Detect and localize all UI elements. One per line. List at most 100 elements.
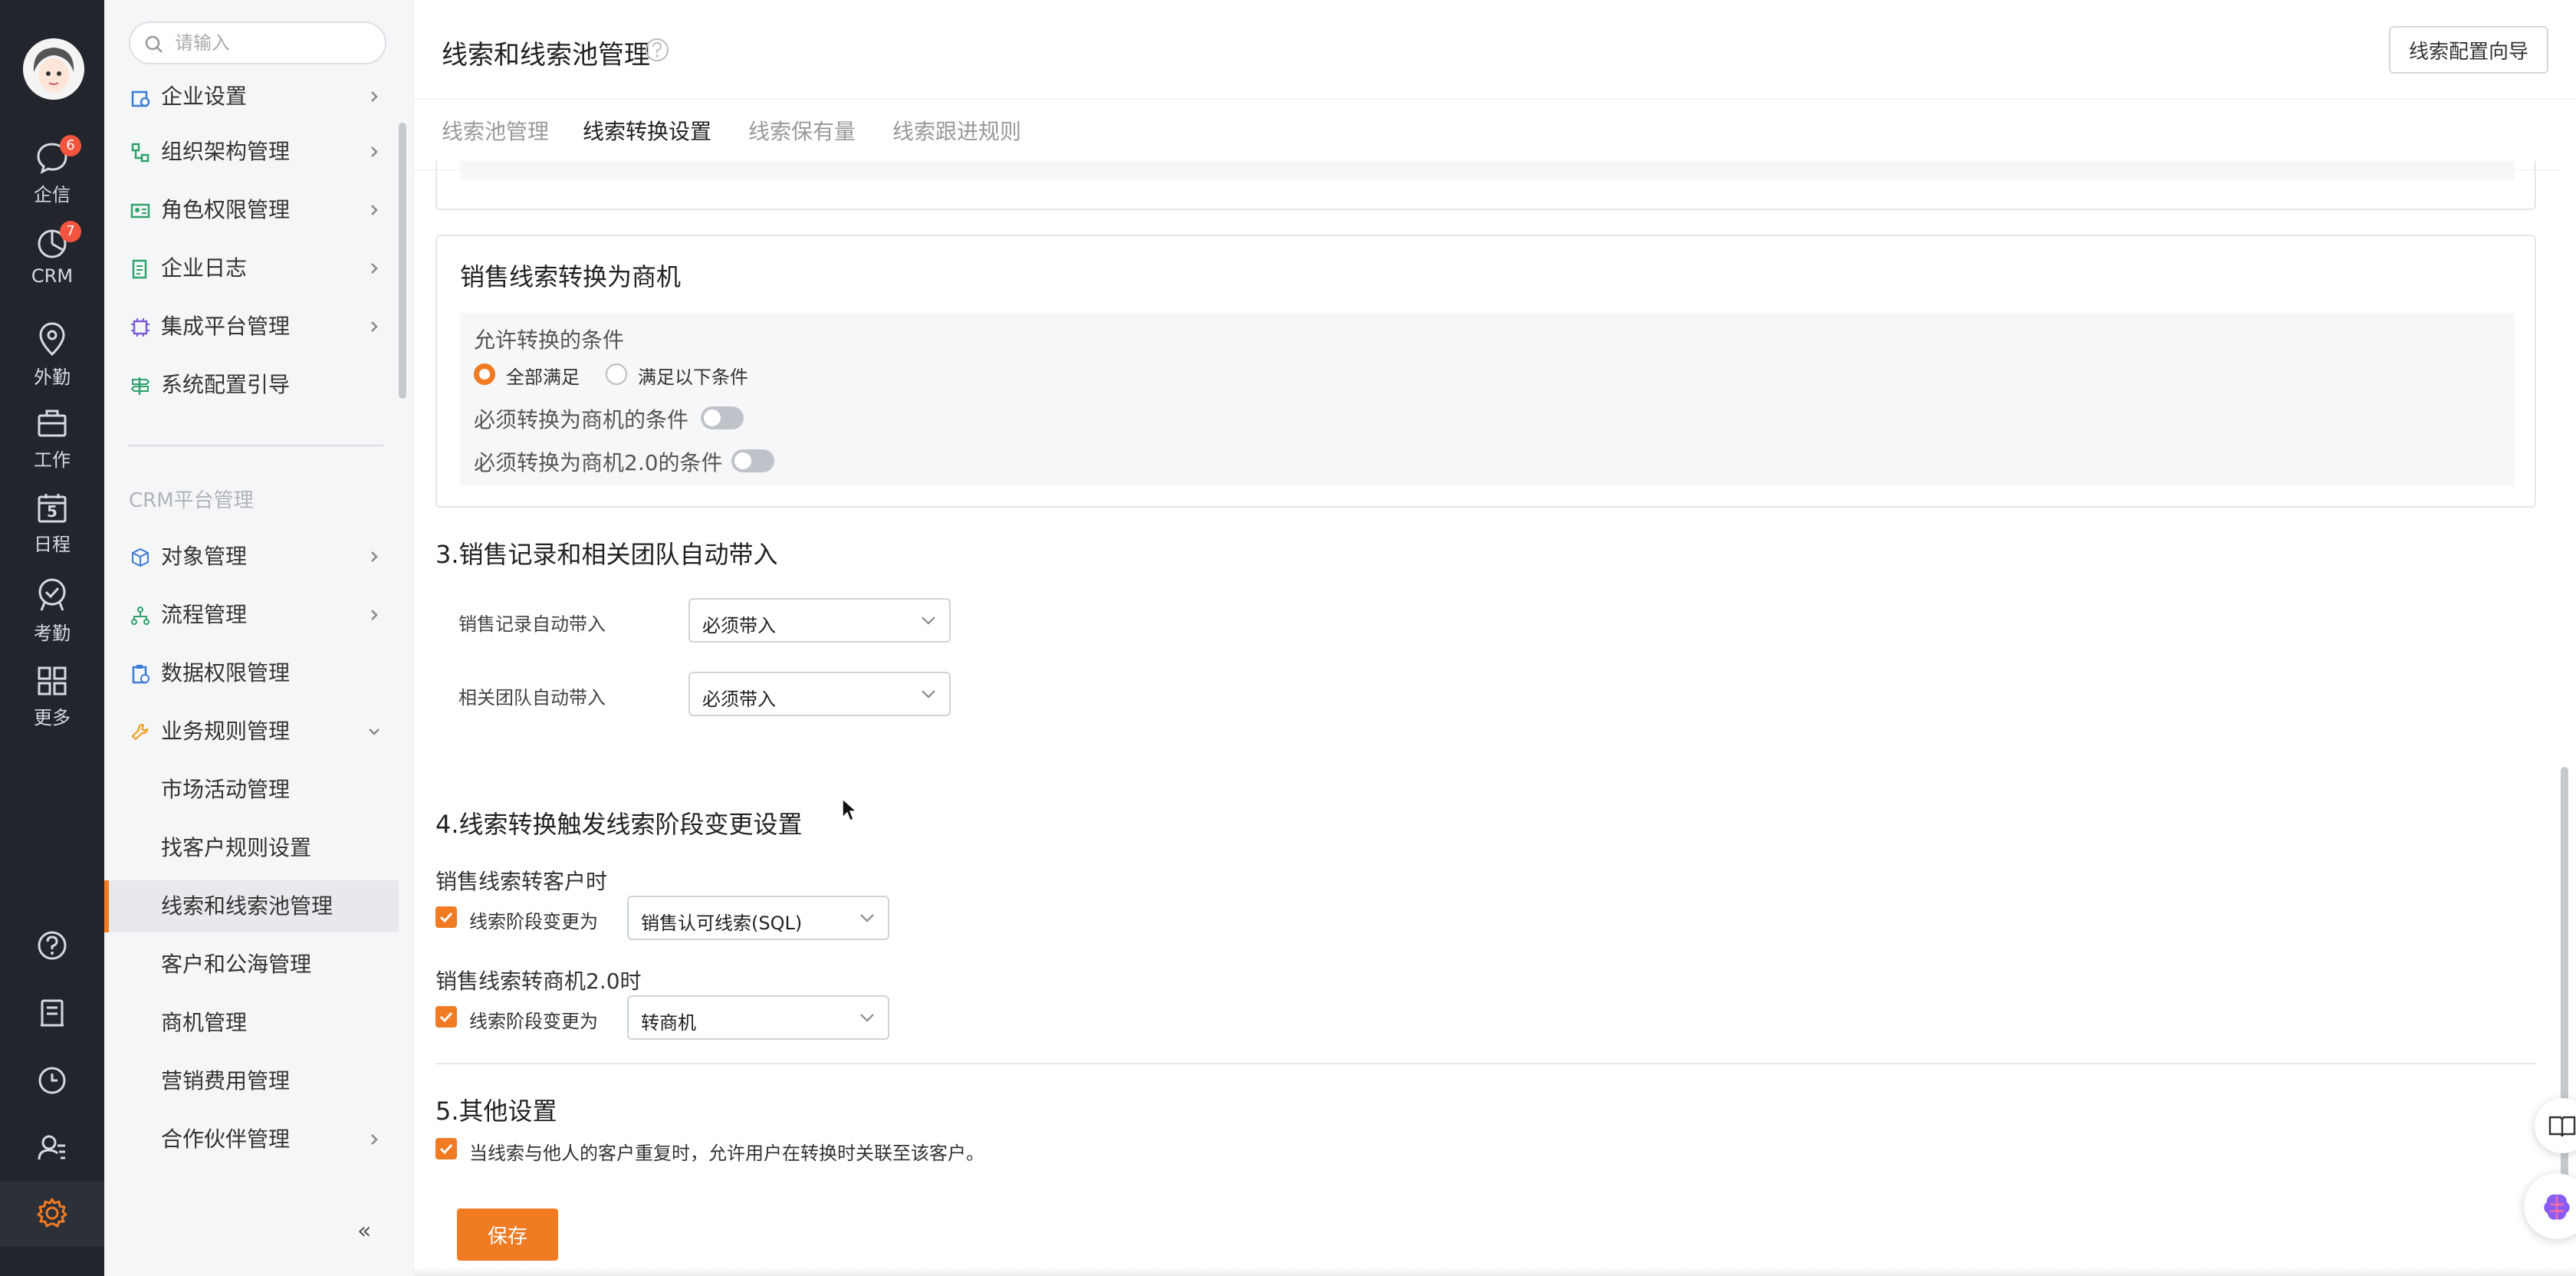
sidebar-item-org-structure[interactable]: 组织架构管理 (104, 127, 399, 176)
sidebar-subitem-opportunity[interactable]: 商机管理 (104, 997, 399, 1049)
previous-card-bottom (435, 161, 2536, 210)
cube-icon (132, 548, 149, 567)
stage-change-customer-label: 线索阶段变更为 (469, 911, 598, 932)
ai-assistant-float-button[interactable] (2524, 1173, 2576, 1239)
convert-to-opportunity-card: 销售线索转换为商机 允许转换的条件 全部满足 满足以下条件 必须转换为商机的条件… (435, 235, 2536, 508)
sidebar-item-role-permission[interactable]: 角色权限管理 (104, 186, 399, 235)
rail-help-button[interactable] (0, 929, 104, 975)
sidebar-item-data-permission[interactable]: 数据权限管理 (104, 649, 399, 698)
sidebar-subitem-customer-pool[interactable]: 客户和公海管理 (104, 939, 399, 991)
settings-sidebar: 企业设置 组织架构管理 角色权限管理 企业日志 集 (104, 0, 414, 1276)
org-tree-icon (131, 143, 150, 163)
sidebar-collapse-button[interactable]: « (357, 1218, 371, 1245)
chevron-right-icon (371, 91, 378, 102)
sales-record-label: 销售记录自动带入 (458, 613, 606, 635)
sidebar-subitem-leads-pool[interactable]: 线索和线索池管理 (104, 880, 399, 932)
user-avatar[interactable] (23, 38, 84, 100)
select-value: 销售认可线索(SQL) (641, 913, 803, 934)
select-value: 转商机 (641, 1012, 696, 1034)
chevron-down-icon (922, 617, 935, 625)
radio-all-met[interactable] (474, 363, 495, 385)
id-card-icon (130, 203, 150, 219)
lead-config-wizard-button[interactable]: 线索配置向导 (2389, 26, 2548, 74)
help-circle-icon[interactable] (644, 37, 670, 63)
rail-item-crm[interactable]: 7 CRM (0, 221, 104, 304)
sidebar-item-object-management[interactable]: 对象管理 (104, 532, 399, 581)
stage-change-opportunity-checkbox[interactable] (435, 1006, 457, 1028)
crm-badge: 7 (60, 221, 81, 242)
rail-item-waiqin[interactable]: 外勤 (0, 321, 104, 397)
sidebar-item-enterprise-log[interactable]: 企业日志 (104, 244, 399, 293)
section-divider (435, 1063, 2536, 1064)
contacts-book-icon (41, 999, 64, 1027)
checkmark-icon (439, 1143, 453, 1155)
stage-customer-select[interactable]: 销售认可线索(SQL) (627, 896, 889, 940)
log-doc-icon (132, 259, 147, 279)
save-button[interactable]: 保存 (457, 1209, 558, 1261)
stage-opportunity-select[interactable]: 转商机 (627, 995, 889, 1040)
previous-card-inner (460, 161, 2515, 179)
qixin-badge: 6 (60, 135, 81, 156)
page-header: 线索和线索池管理 线索配置向导 (414, 0, 2576, 100)
sidebar-subitem-find-customer-rules[interactable]: 找客户规则设置 (104, 822, 399, 874)
chevron-right-icon (371, 321, 378, 332)
rail-label-qixin: 企信 (34, 184, 71, 206)
rail-user-manage-button[interactable] (0, 1132, 104, 1178)
chevron-right-icon (371, 551, 378, 562)
chevron-right-icon (371, 610, 378, 620)
settings-gear-icon (37, 1198, 67, 1228)
card-title: 销售线索转换为商机 (460, 262, 682, 291)
page-title: 线索和线索池管理 (442, 40, 650, 71)
left-rail: 6 企信 7 CRM 外勤 工作 5 日程 考勤 更多 (0, 0, 104, 1276)
rail-item-qixin[interactable]: 6 企信 (0, 135, 104, 218)
sidebar-search-overlay[interactable] (129, 21, 386, 64)
sidebar-subitem-marketing-expense[interactable]: 营销费用管理 (104, 1055, 399, 1107)
flow-icon (131, 607, 150, 625)
toggle-opportunity2-label: 必须转换为商机2.0的条件 (474, 450, 723, 475)
sidebar-scrollbar[interactable] (399, 123, 406, 399)
clipboard-icon (132, 665, 150, 684)
chevron-right-icon (371, 263, 378, 274)
related-team-select[interactable]: 必须带入 (688, 672, 951, 716)
rail-item-kaoqin[interactable]: 考勤 (0, 577, 104, 653)
sidebar-item-business-rules[interactable]: 业务规则管理 (104, 707, 399, 756)
calendar-day-glyph: 5 (47, 502, 58, 521)
chevron-down-icon (860, 914, 874, 922)
rail-item-gengduo[interactable]: 更多 (0, 664, 104, 741)
rail-contacts-button[interactable] (0, 997, 104, 1043)
group-to-opportunity2-title: 销售线索转商机2.0时 (435, 969, 642, 994)
sidebar-item-integration-platform[interactable]: 集成平台管理 (104, 302, 399, 351)
search-input[interactable] (175, 29, 374, 57)
sidebar-item-label: 合作伙伴管理 (161, 1126, 291, 1152)
chevron-right-icon (371, 205, 378, 215)
rail-label-crm: CRM (31, 265, 74, 287)
sidebar-item-label: 对象管理 (161, 544, 248, 569)
toggle-opportunity-switch[interactable] (701, 406, 744, 429)
sidebar-item-process-management[interactable]: 流程管理 (104, 590, 399, 640)
rail-item-gongzuo[interactable]: 工作 (0, 406, 104, 483)
rail-settings-button[interactable] (0, 1181, 104, 1247)
toggle-opportunity2-switch[interactable] (731, 449, 774, 472)
bottom-edge-shadow (414, 1267, 2576, 1276)
duplicate-customer-checkbox[interactable] (435, 1138, 457, 1159)
ai-brain-icon (2544, 1194, 2570, 1220)
rail-clock-button[interactable] (0, 1064, 104, 1110)
sidebar-item-label: 角色权限管理 (161, 197, 291, 222)
main-content: 线索和线索池管理 线索配置向导 线索池管理 线索转换设置 线索保有量 线索跟进规… (414, 0, 2576, 1276)
sales-record-select[interactable]: 必须带入 (688, 598, 951, 643)
sidebar-item-system-config-guide[interactable]: 系统配置引导 (104, 360, 399, 409)
checkmark-icon (439, 912, 453, 923)
sidebar-section-crm: CRM平台管理 (129, 489, 254, 512)
radio-following-conditions-label: 满足以下条件 (638, 367, 748, 388)
rail-label-richeng: 日程 (34, 534, 71, 555)
stage-change-customer-checkbox[interactable] (435, 906, 457, 928)
select-value: 必须带入 (702, 615, 776, 636)
manual-float-button[interactable] (2535, 1098, 2576, 1153)
sidebar-subitem-market-activity[interactable]: 市场活动管理 (104, 764, 399, 816)
radio-following-conditions[interactable] (606, 363, 627, 385)
conditions-label: 允许转换的条件 (474, 327, 625, 353)
sidebar-subitem-partner[interactable]: 合作伙伴管理 (104, 1115, 399, 1164)
sidebar-item-label: 业务规则管理 (161, 719, 291, 744)
chevron-down-icon (369, 728, 380, 735)
rail-item-richeng[interactable]: 5 日程 (0, 491, 104, 567)
